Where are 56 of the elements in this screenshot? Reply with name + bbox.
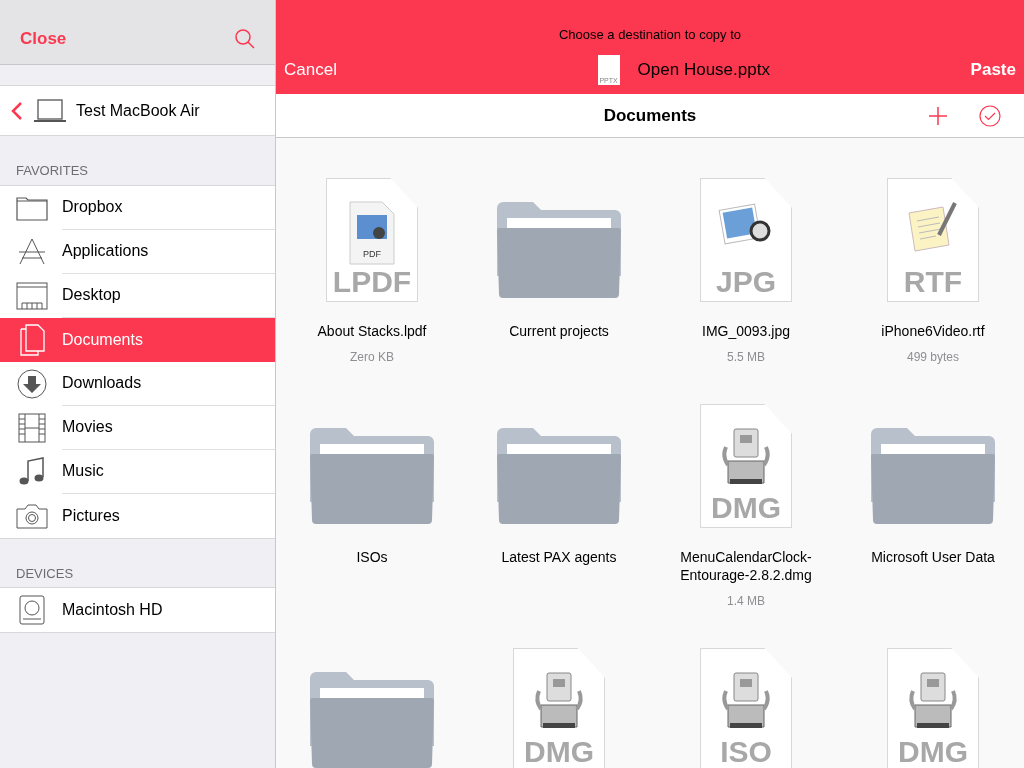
document-icon	[18, 323, 46, 356]
file-name: Open House.pptx	[637, 58, 770, 81]
back-chevron-icon[interactable]	[10, 100, 24, 121]
film-icon	[17, 412, 47, 443]
file-size: Zero KB	[350, 349, 394, 366]
hard-drive-icon	[18, 595, 46, 625]
folder-icon[interactable]	[871, 428, 995, 524]
file-name: Current projects	[508, 322, 610, 340]
file-icon[interactable]: DMG	[513, 648, 605, 768]
file-type-label: LPDF	[332, 267, 412, 297]
file-name: MenuCalendarClock-Entourage-2.8.2.dmg	[679, 548, 813, 584]
file-icon[interactable]: DMG	[700, 404, 792, 528]
file-size: 499 bytes	[906, 349, 959, 366]
window-icon	[16, 281, 48, 310]
device-name: Test MacBook Air	[76, 100, 200, 121]
paste-button[interactable]: Paste	[970, 56, 1016, 83]
file-icon[interactable]: RTF	[887, 178, 979, 302]
file-icon[interactable]: JPG	[700, 178, 792, 302]
file-icon[interactable]: PDF LPDF	[326, 178, 418, 302]
folder-title: Documents	[603, 104, 697, 127]
file-size: 5.5 MB	[727, 349, 765, 366]
file-name: About Stacks.lpdf	[316, 322, 428, 340]
folder-icon[interactable]	[497, 428, 621, 524]
sidebar-item[interactable]: Documents	[0, 317, 275, 362]
download-icon	[17, 368, 47, 399]
copy-prompt: Choose a destination to copy to	[557, 26, 743, 44]
pdf-preview-icon: PDF	[349, 201, 395, 265]
file-type-label: DMG	[711, 493, 781, 523]
section-heading: DEVICES	[15, 564, 75, 583]
plus-icon[interactable]	[929, 106, 947, 125]
music-note-icon	[19, 456, 45, 487]
file-name: Latest PAX agents	[500, 548, 618, 566]
file-name: Microsoft User Data	[870, 548, 996, 566]
file-name: ISOs	[355, 548, 389, 566]
file-icon[interactable]: ISO	[700, 648, 792, 768]
section-heading: FAVORITES	[15, 162, 89, 180]
file-type-label: DMG	[524, 737, 594, 767]
compass-ruler-icon	[17, 237, 47, 266]
laptop-icon	[34, 98, 66, 123]
file-type-label: RTF	[903, 267, 963, 297]
folder-icon	[16, 194, 48, 221]
file-name: iPhone6Video.rtf	[880, 322, 986, 340]
folder-icon[interactable]	[497, 202, 621, 298]
file-type-label: DMG	[898, 737, 968, 767]
cancel-button[interactable]: Cancel	[284, 56, 337, 83]
search-icon[interactable]	[235, 29, 255, 49]
file-size: 1.4 MB	[727, 593, 765, 610]
close-button[interactable]: Close	[20, 25, 67, 51]
file-type-label: JPG	[716, 267, 776, 297]
camera-icon	[16, 502, 48, 529]
folder-icon[interactable]	[310, 428, 434, 524]
checkmark-circle-icon[interactable]	[979, 104, 1001, 127]
file-type-label: ISO	[720, 737, 772, 767]
folder-icon[interactable]	[310, 672, 434, 768]
file-icon[interactable]: DMG	[887, 648, 979, 768]
file-name: IMG_0093.jpg	[701, 322, 791, 340]
